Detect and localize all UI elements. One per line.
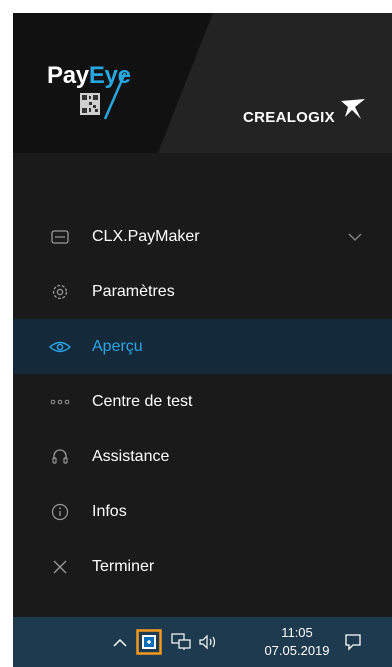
- header-banner: PayEye CREALOGIX: [13, 13, 392, 153]
- info-icon: [49, 484, 71, 539]
- show-hidden-icons-chevron-icon[interactable]: [111, 617, 129, 667]
- menu-item-infos[interactable]: Infos: [13, 484, 392, 539]
- menu-item-assistance[interactable]: Assistance: [13, 429, 392, 484]
- eye-icon: [49, 319, 71, 374]
- menu-item-terminer[interactable]: Terminer: [13, 539, 392, 594]
- menu-item-centre-de-test[interactable]: Centre de test: [13, 374, 392, 429]
- menu-item-label: Assistance: [92, 448, 170, 465]
- clock-time: 11:05: [281, 625, 313, 640]
- menu-item-label: Paramètres: [92, 283, 175, 300]
- more-dots-icon: [49, 374, 71, 429]
- windows-taskbar: 11:05 07.05.2019: [13, 617, 392, 667]
- system-clock[interactable]: 11:05 07.05.2019: [262, 624, 332, 660]
- close-icon: [49, 539, 71, 594]
- network-icon[interactable]: [170, 617, 192, 667]
- payeye-panel: PayEye CREALOGIX CLX.PayMaker Paramètres…: [13, 13, 392, 617]
- headset-icon: [49, 429, 71, 484]
- notification-center-icon[interactable]: [341, 617, 365, 667]
- crealogix-star-icon: [341, 99, 365, 119]
- gear-icon: [49, 264, 71, 319]
- menu-item-label: Centre de test: [92, 393, 193, 410]
- menu-item-label: CLX.PayMaker: [92, 228, 200, 245]
- qr-code-icon: [80, 93, 100, 115]
- menu-item-label: Terminer: [92, 558, 155, 575]
- volume-icon[interactable]: [196, 617, 222, 667]
- payeye-tray-icon[interactable]: [135, 617, 163, 667]
- clock-date: 07.05.2019: [264, 643, 330, 658]
- chevron-down-icon[interactable]: [348, 209, 362, 264]
- menu-item-label: Infos: [92, 503, 127, 520]
- crealogix-logo: CREALOGIX: [243, 109, 335, 126]
- card-icon: [49, 209, 71, 264]
- main-menu: CLX.PayMaker Paramètres Aperçu Centre de…: [13, 209, 392, 594]
- menu-item-parametres[interactable]: Paramètres: [13, 264, 392, 319]
- menu-item-label: Aperçu: [92, 338, 143, 355]
- logo-slash: [103, 72, 127, 120]
- menu-item-clx-paymaker[interactable]: CLX.PayMaker: [13, 209, 392, 264]
- menu-item-apercu[interactable]: Aperçu: [13, 319, 392, 374]
